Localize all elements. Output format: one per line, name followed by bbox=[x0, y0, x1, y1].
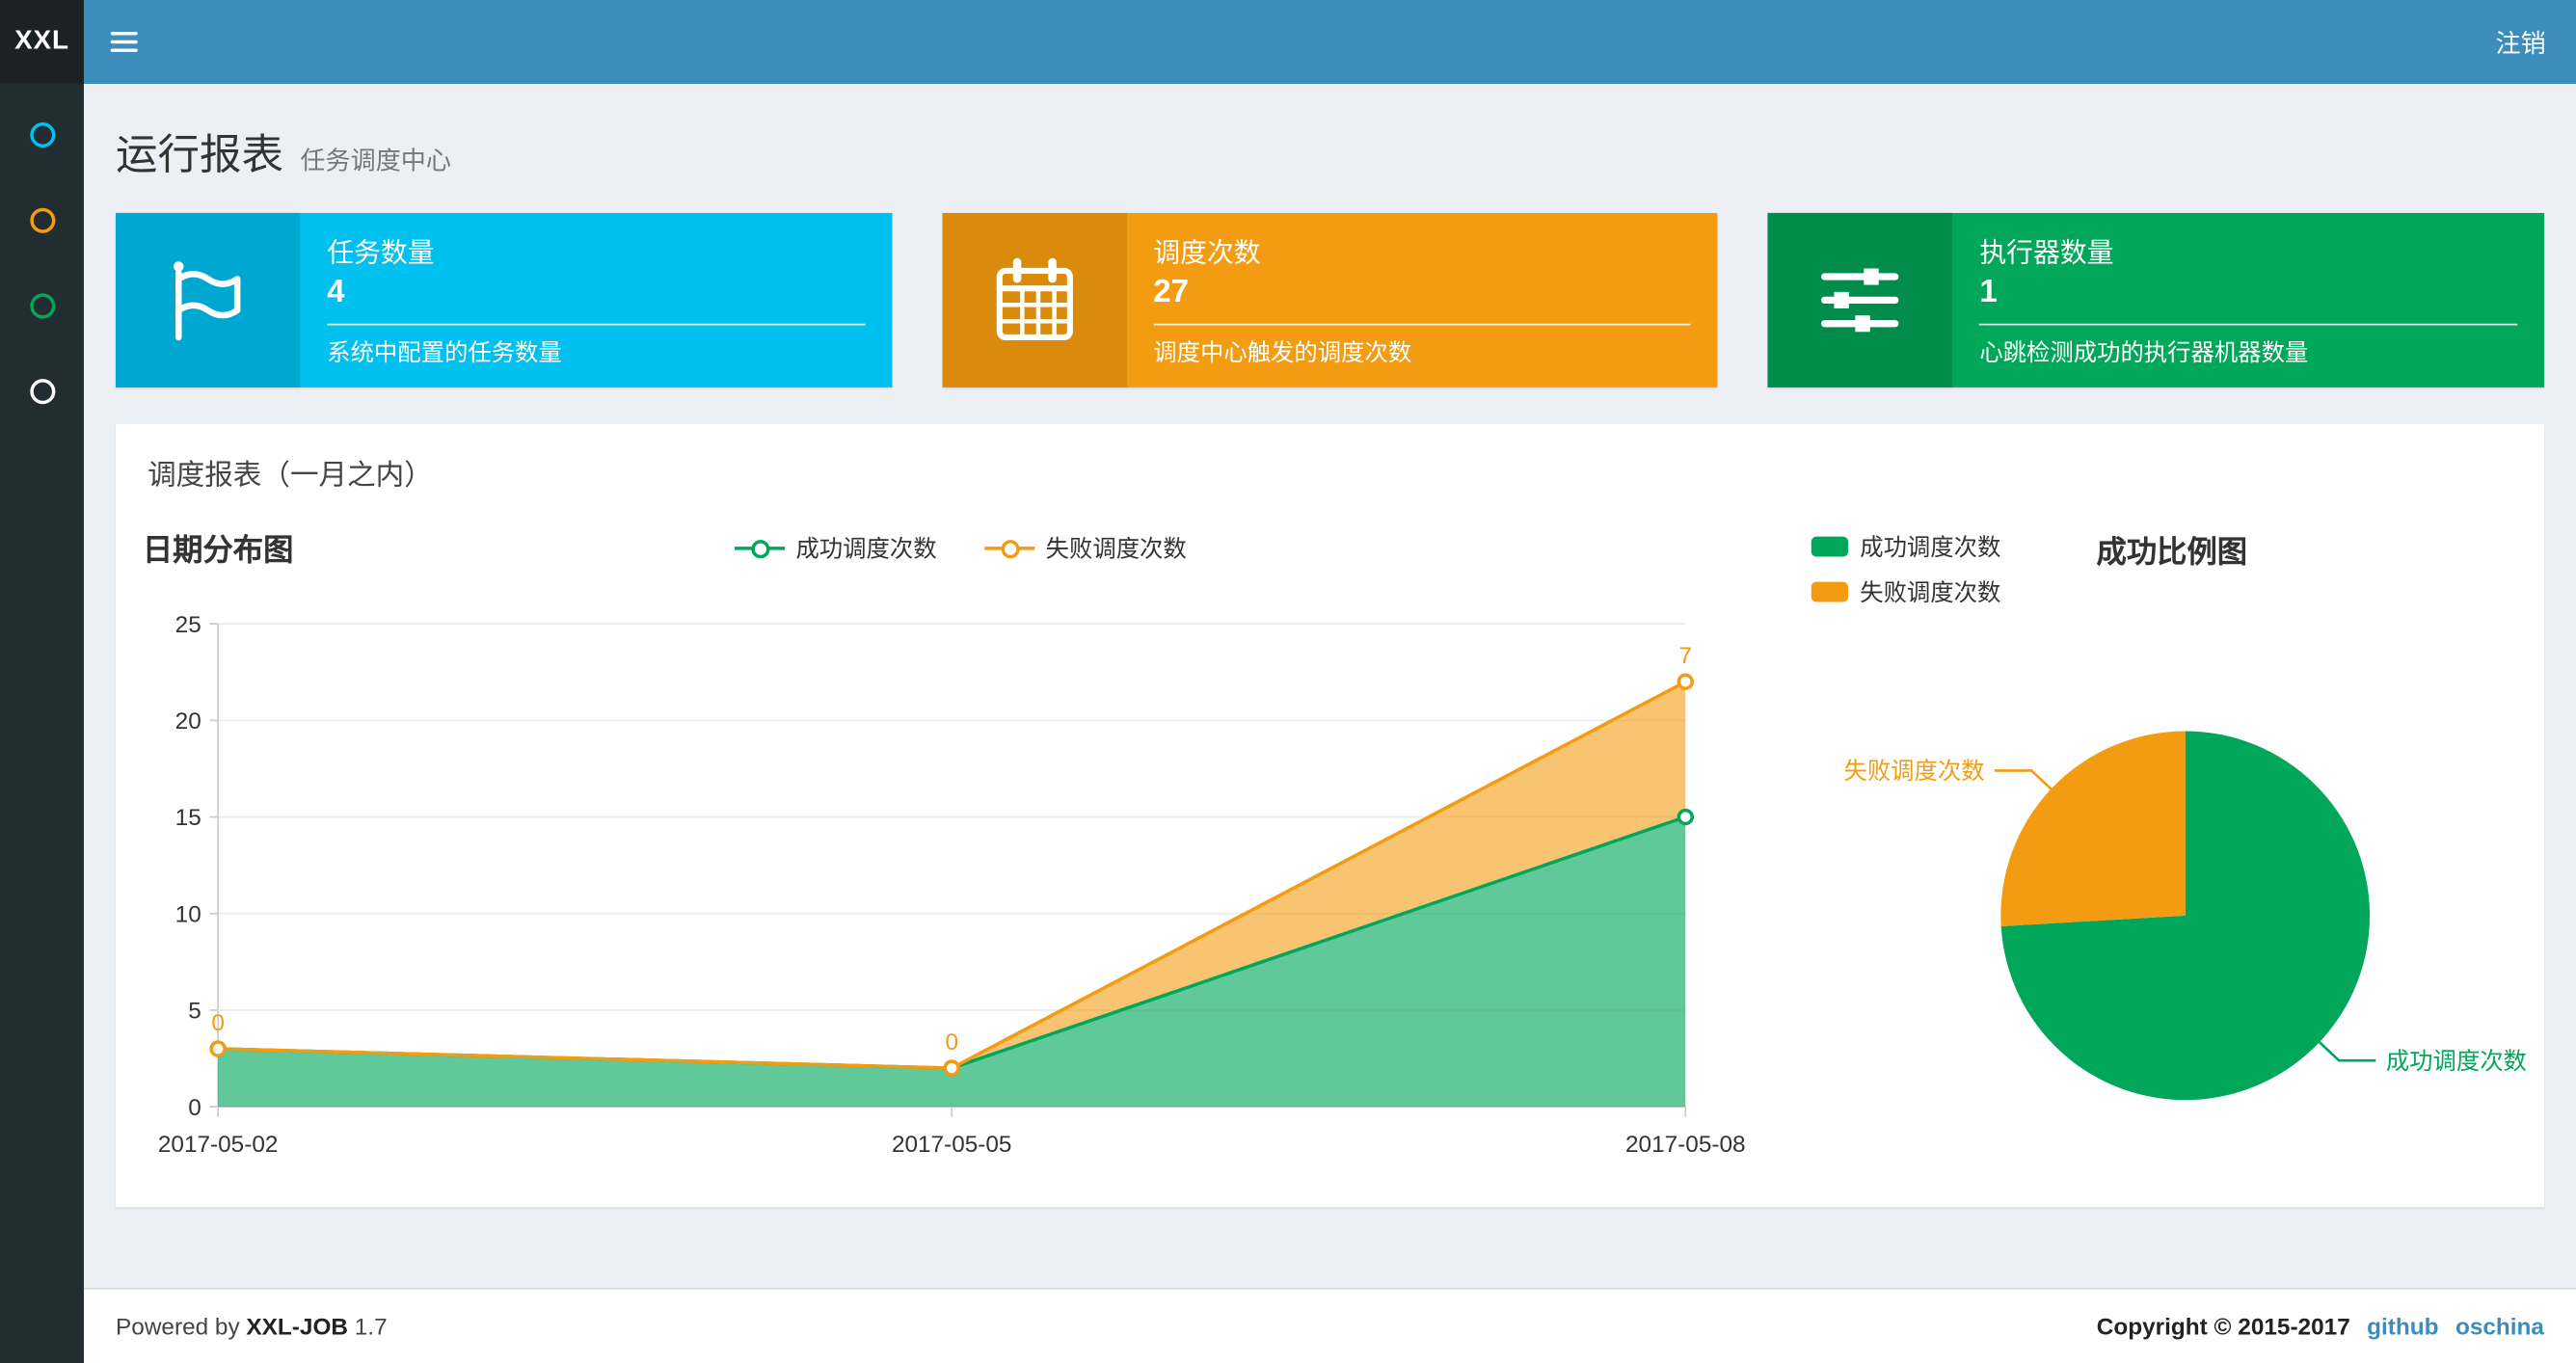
svg-text:成功调度次数: 成功调度次数 bbox=[2386, 1049, 2527, 1075]
logout-link[interactable]: 注销 bbox=[2465, 0, 2576, 84]
info-box-title: 执行器数量 bbox=[1979, 239, 2114, 269]
info-box-executors: 执行器数量 1 心跳检测成功的执行器机器数量 bbox=[1768, 212, 2545, 388]
sidebar-toggle[interactable] bbox=[84, 0, 165, 84]
info-box-desc: 系统中配置的任务数量 bbox=[327, 338, 562, 366]
circle-outline-icon bbox=[29, 121, 55, 148]
sliders-icon bbox=[1821, 268, 1899, 333]
info-box-desc: 心跳检测成功的执行器机器数量 bbox=[1979, 338, 2309, 366]
app-root: XXL 注销 运行报表 任务调度中心 任务数量 4 系统中配置的任务数量 调度次… bbox=[0, 0, 2576, 1363]
report-panel: 调度报表（一月之内） 日期分布图 成功调度次数 失败调度次数 0 5 10 15… bbox=[116, 424, 2544, 1208]
svg-text:失败调度次数: 失败调度次数 bbox=[1843, 759, 1984, 785]
circle-outline-icon bbox=[29, 207, 55, 233]
top-navbar: XXL 注销 bbox=[0, 0, 2576, 84]
svg-text:5: 5 bbox=[188, 999, 201, 1025]
circle-outline-icon bbox=[29, 379, 55, 405]
svg-text:2017-05-08: 2017-05-08 bbox=[1625, 1132, 1746, 1158]
copyright-text: Copyright © 2015-2017 bbox=[2096, 1313, 2350, 1340]
info-box-body: 任务数量 4 系统中配置的任务数量 bbox=[300, 213, 892, 388]
svg-text:10: 10 bbox=[175, 901, 201, 927]
svg-text:20: 20 bbox=[175, 708, 201, 735]
success-ratio-block: 成功调度次数 失败调度次数 成功比例图 成功调度次数 失败调度次数 bbox=[1811, 513, 2536, 1177]
github-link[interactable]: github bbox=[2367, 1313, 2438, 1340]
legend-label: 成功调度次数 bbox=[795, 534, 937, 562]
line-marker-icon bbox=[983, 540, 1034, 559]
divider bbox=[327, 323, 866, 326]
page-title: 运行报表 bbox=[116, 132, 284, 180]
info-box-title: 调度次数 bbox=[1153, 239, 1261, 269]
info-box-value: 1 bbox=[1979, 275, 1998, 310]
success-ratio-chart: 成功调度次数 失败调度次数 bbox=[1843, 731, 2527, 1101]
line-chart-header: 日期分布图 成功调度次数 失败调度次数 bbox=[143, 523, 1778, 580]
navbar-bar: 注销 bbox=[83, 0, 2576, 84]
pie-chart-title: 成功比例图 bbox=[2096, 534, 2248, 569]
info-box-icon-area bbox=[1768, 212, 1953, 388]
sidebar-item-4[interactable] bbox=[0, 349, 84, 435]
summary-boxes: 任务数量 4 系统中配置的任务数量 调度次数 27 调度中心触发的调度次数 执行… bbox=[116, 212, 2545, 388]
oschina-link[interactable]: oschina bbox=[2455, 1313, 2544, 1340]
divider bbox=[1979, 323, 2518, 326]
legend-item-failed[interactable]: 失败调度次数 bbox=[983, 531, 1187, 565]
circle-outline-icon bbox=[29, 293, 55, 319]
line-chart-title: 日期分布图 bbox=[142, 533, 294, 567]
line-chart-legend: 成功调度次数 失败调度次数 bbox=[143, 523, 1778, 565]
divider bbox=[1153, 323, 1692, 326]
legend-item-success[interactable]: 成功调度次数 bbox=[734, 531, 937, 565]
line-marker-icon bbox=[734, 540, 785, 559]
swatch-icon bbox=[1811, 535, 1849, 556]
panel-title: 调度报表（一月之内） bbox=[148, 459, 433, 492]
sidebar-item-1[interactable] bbox=[0, 93, 84, 178]
info-box-body: 执行器数量 1 心跳检测成功的执行器机器数量 bbox=[1952, 213, 2544, 388]
app-logo[interactable]: XXL bbox=[0, 0, 84, 84]
charts-row: 日期分布图 成功调度次数 失败调度次数 0 5 10 15 20 25 2017… bbox=[116, 513, 2544, 1177]
date-distribution-block: 日期分布图 成功调度次数 失败调度次数 0 5 10 15 20 25 2017… bbox=[143, 513, 1778, 1177]
svg-text:2017-05-05: 2017-05-05 bbox=[892, 1132, 1012, 1158]
info-box-triggers: 调度次数 27 调度中心触发的调度次数 bbox=[942, 212, 1718, 388]
info-box-icon-area bbox=[942, 212, 1127, 388]
sidebar-item-3[interactable] bbox=[0, 263, 84, 349]
svg-text:0: 0 bbox=[945, 1029, 958, 1056]
page-footer: Powered by XXL-JOB 1.7 Copyright © 2015-… bbox=[83, 1288, 2576, 1363]
legend-label: 失败调度次数 bbox=[1860, 577, 2001, 605]
pie-chart-header: 成功调度次数 失败调度次数 成功比例图 bbox=[1811, 523, 2536, 614]
svg-text:25: 25 bbox=[175, 612, 201, 638]
swatch-icon bbox=[1811, 580, 1849, 601]
info-box-title: 任务数量 bbox=[327, 239, 435, 269]
info-box-desc: 调度中心触发的调度次数 bbox=[1153, 338, 1412, 366]
svg-text:7: 7 bbox=[1679, 643, 1693, 669]
hamburger-icon bbox=[110, 32, 138, 52]
legend-label: 失败调度次数 bbox=[1045, 534, 1187, 562]
sidebar-item-2[interactable] bbox=[0, 177, 84, 263]
main-content: 运行报表 任务调度中心 任务数量 4 系统中配置的任务数量 调度次数 27 调度… bbox=[83, 83, 2576, 1290]
calendar-icon bbox=[996, 257, 1073, 340]
info-box-value: 4 bbox=[327, 275, 345, 310]
info-box-value: 27 bbox=[1153, 275, 1190, 310]
product-name: XXL-JOB bbox=[246, 1313, 348, 1340]
svg-text:15: 15 bbox=[175, 805, 201, 831]
info-box-body: 调度次数 27 调度中心触发的调度次数 bbox=[1126, 213, 1718, 388]
svg-text:0: 0 bbox=[188, 1095, 201, 1121]
sidebar bbox=[0, 83, 84, 1363]
info-box-icon-area bbox=[116, 212, 301, 388]
page-header: 运行报表 任务调度中心 bbox=[116, 122, 2544, 183]
legend-label: 成功调度次数 bbox=[1860, 532, 2001, 560]
product-version: 1.7 bbox=[354, 1313, 388, 1340]
footer-right: Copyright © 2015-2017 github oschina bbox=[2097, 1313, 2544, 1340]
flag-icon bbox=[173, 261, 241, 341]
powered-by-text: Powered by XXL-JOB 1.7 bbox=[116, 1313, 388, 1340]
pie-legend-item-failed[interactable]: 失败调度次数 bbox=[1811, 569, 2536, 614]
info-box-jobs: 任务数量 4 系统中配置的任务数量 bbox=[116, 212, 892, 388]
svg-text:2017-05-02: 2017-05-02 bbox=[158, 1132, 279, 1158]
page-subtitle: 任务调度中心 bbox=[300, 147, 452, 176]
date-distribution-chart: 05101520252017-05-02 2017-05-05 2017-05-08… bbox=[158, 612, 1746, 1158]
svg-text:0: 0 bbox=[211, 1010, 225, 1036]
